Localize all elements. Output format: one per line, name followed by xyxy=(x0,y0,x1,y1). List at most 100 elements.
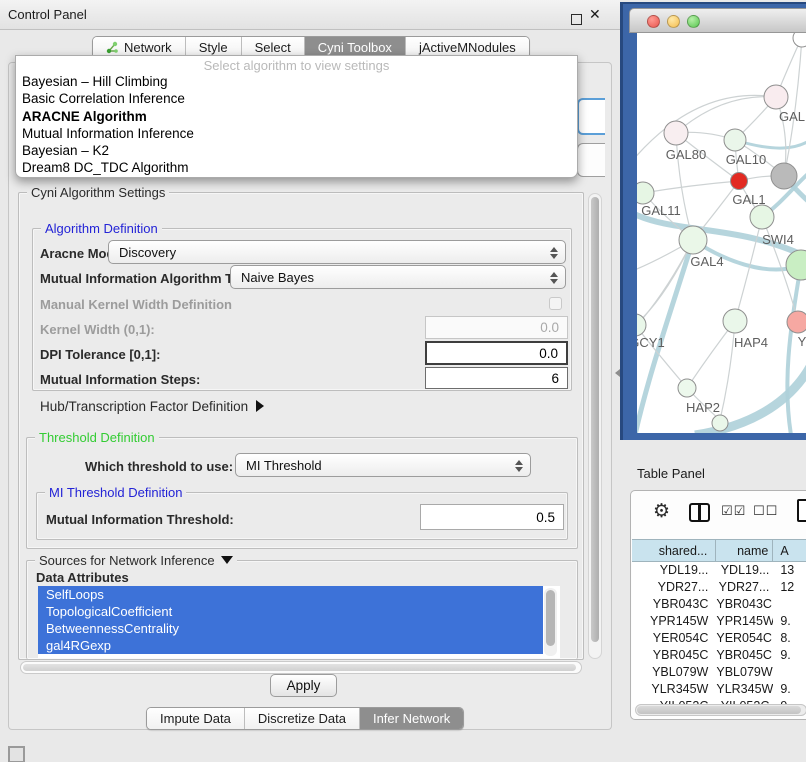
table-panel-card: ⚙ ☑☑ ☐☐ shared... name A YDL19...YDL19..… xyxy=(630,490,806,720)
network-window-titlebar[interactable] xyxy=(629,8,806,33)
node-gal10[interactable] xyxy=(724,129,746,151)
mi-threshold-label: Mutual Information Threshold: xyxy=(46,512,234,527)
manual-kernel-checkbox[interactable] xyxy=(549,297,562,310)
column-header-name[interactable]: name xyxy=(716,540,773,561)
gear-icon[interactable]: ⚙ xyxy=(653,500,670,523)
combo-stepper-icon xyxy=(549,270,559,286)
attributes-vertical-scrollbar[interactable] xyxy=(544,588,557,656)
node-hap2[interactable] xyxy=(678,379,696,397)
dropdown-item-mutual-information[interactable]: Mutual Information Inference xyxy=(16,125,577,142)
mi-threshold-definition-title: MI Threshold Definition xyxy=(45,485,186,500)
table-row[interactable]: YLR345WYLR345W9. xyxy=(632,681,806,698)
data-attributes-list: SelfLoops TopologicalCoefficient Between… xyxy=(38,586,560,658)
node-green-large[interactable] xyxy=(786,250,806,280)
network-canvas[interactable]: GAL GAL80 GAL10 GAL1 GAL11 SWI4 GAL4 GCY… xyxy=(637,33,806,433)
settings-scrollbar-thumb[interactable] xyxy=(591,197,599,642)
table-row[interactable]: YER054CYER054C8. xyxy=(632,630,806,647)
node-gal4[interactable] xyxy=(679,226,707,254)
node-label-gal10: GAL10 xyxy=(726,152,766,167)
table-rows: YDL19...YDL19...13 YDR27...YDR27...12 YB… xyxy=(632,562,806,707)
table-row[interactable]: YBR043CYBR043C xyxy=(632,596,806,613)
control-panel-titlebar xyxy=(0,0,620,30)
deselect-all-icon[interactable]: ☐☐ xyxy=(753,503,778,519)
table-row[interactable]: YDR27...YDR27...12 xyxy=(632,579,806,596)
mi-steps-field[interactable]: 6 xyxy=(425,367,568,389)
close-traffic-light[interactable] xyxy=(647,15,660,28)
settings-vertical-scrollbar[interactable] xyxy=(588,193,602,659)
which-threshold-label: Which threshold to use: xyxy=(85,459,233,474)
zoom-traffic-light[interactable] xyxy=(687,15,700,28)
close-icon[interactable]: ✕ xyxy=(589,6,601,23)
table-row[interactable]: YBR045CYBR045C9. xyxy=(632,647,806,664)
mi-steps-label: Mutual Information Steps: xyxy=(40,372,200,387)
algorithm-dropdown-popup: Select algorithm to view settings Bayesi… xyxy=(15,55,578,178)
node-gray[interactable] xyxy=(771,163,797,189)
node-gal80[interactable] xyxy=(664,121,688,145)
threshold-definition-title: Threshold Definition xyxy=(35,430,159,445)
select-all-icon[interactable]: ☑☑ xyxy=(721,503,746,519)
restore-panel-icon[interactable] xyxy=(8,746,25,762)
dropdown-placeholder: Select algorithm to view settings xyxy=(16,56,577,73)
tab-discretize-data[interactable]: Discretize Data xyxy=(244,708,359,729)
node-table: shared... name A YDL19...YDL19...13 YDR2… xyxy=(632,539,806,707)
table-toolbar: ⚙ ☑☑ ☐☐ xyxy=(631,491,806,535)
node-label-gal11: GAL11 xyxy=(641,203,681,218)
column-header-partial[interactable]: A xyxy=(773,540,806,561)
new-document-icon[interactable] xyxy=(797,499,806,522)
control-panel-title: Control Panel xyxy=(8,7,87,22)
node-unlabeled-bottom[interactable] xyxy=(712,415,728,431)
list-item-gal4rgexp[interactable]: gal4RGexp xyxy=(38,637,543,654)
settings-horizontal-scrollbar[interactable] xyxy=(20,661,582,674)
apply-button[interactable]: Apply xyxy=(270,674,337,697)
dropdown-item-bayesian-k2[interactable]: Bayesian – K2 xyxy=(16,142,577,159)
tab-network-label: Network xyxy=(124,40,172,55)
dropdown-item-bayesian-hill[interactable]: Bayesian – Hill Climbing xyxy=(16,73,577,90)
mi-threshold-field[interactable]: 0.5 xyxy=(420,504,564,530)
dropdown-item-dream8[interactable]: Dream8 DC_TDC Algorithm xyxy=(16,159,577,176)
algorithm-definition-title: Algorithm Definition xyxy=(41,221,162,236)
algorithm-combo-fragment xyxy=(577,98,605,135)
split-panel-icon[interactable] xyxy=(689,503,710,522)
table-panel-title: Table Panel xyxy=(637,466,705,481)
collapsed-arrow-icon xyxy=(256,400,264,412)
node-label-hap2: HAP2 xyxy=(686,400,720,415)
float-panel-icon[interactable] xyxy=(571,14,582,25)
data-attributes-label: Data Attributes xyxy=(36,570,129,585)
node-label-gal4: GAL4 xyxy=(690,254,723,269)
table-row[interactable]: YDL19...YDL19...13 xyxy=(632,562,806,579)
node-salmon[interactable] xyxy=(787,311,806,333)
node-unlabeled-top[interactable] xyxy=(793,33,806,47)
which-threshold-combo[interactable]: MI Threshold xyxy=(235,453,531,477)
dropdown-item-aracne[interactable]: ARACNE Algorithm xyxy=(16,108,577,125)
tab-infer-network[interactable]: Infer Network xyxy=(359,708,463,729)
table-row[interactable]: YBL079WYBL079W xyxy=(632,664,806,681)
list-item-topologicalcoefficient[interactable]: TopologicalCoefficient xyxy=(38,603,543,620)
node-gal-partial[interactable] xyxy=(764,85,788,109)
node-gal11[interactable] xyxy=(637,182,654,204)
node-label-gal: GAL xyxy=(779,109,805,124)
aracne-mode-combo[interactable]: Discovery xyxy=(108,240,566,264)
node-label-hap4: HAP4 xyxy=(734,335,768,350)
node-label-gcy1: GCY1 xyxy=(637,335,665,350)
list-item-selfloops[interactable]: SelfLoops xyxy=(38,586,543,603)
node-gcy1[interactable] xyxy=(637,314,646,336)
list-item-betweennesscentrality[interactable]: BetweennessCentrality xyxy=(38,620,543,637)
table-horizontal-scrollbar[interactable] xyxy=(635,704,806,716)
node-gal1-red[interactable] xyxy=(731,173,748,190)
dropdown-item-basic-correlation[interactable]: Basic Correlation Inference xyxy=(16,90,577,107)
sources-title[interactable]: Sources for Network Inference xyxy=(35,553,237,568)
hub-definition-toggle[interactable]: Hub/Transcription Factor Definition xyxy=(40,399,264,414)
node-label-gal1: GAL1 xyxy=(732,192,765,207)
table-row[interactable]: YPR145WYPR145W9. xyxy=(632,613,806,630)
node-swi4[interactable] xyxy=(750,205,774,229)
settings-hscroll-thumb[interactable] xyxy=(23,664,576,671)
network-icon xyxy=(106,41,119,54)
column-header-shared[interactable]: shared... xyxy=(632,540,716,561)
minimize-traffic-light[interactable] xyxy=(667,15,680,28)
tab-impute-data[interactable]: Impute Data xyxy=(147,708,244,729)
kernel-width-field[interactable]: 0.0 xyxy=(425,316,568,339)
dpi-tolerance-field[interactable]: 0.0 xyxy=(425,341,568,365)
table-header-row: shared... name A xyxy=(632,539,806,562)
node-hap4[interactable] xyxy=(723,309,747,333)
mi-algorithm-type-combo[interactable]: Naive Bayes xyxy=(230,265,566,289)
